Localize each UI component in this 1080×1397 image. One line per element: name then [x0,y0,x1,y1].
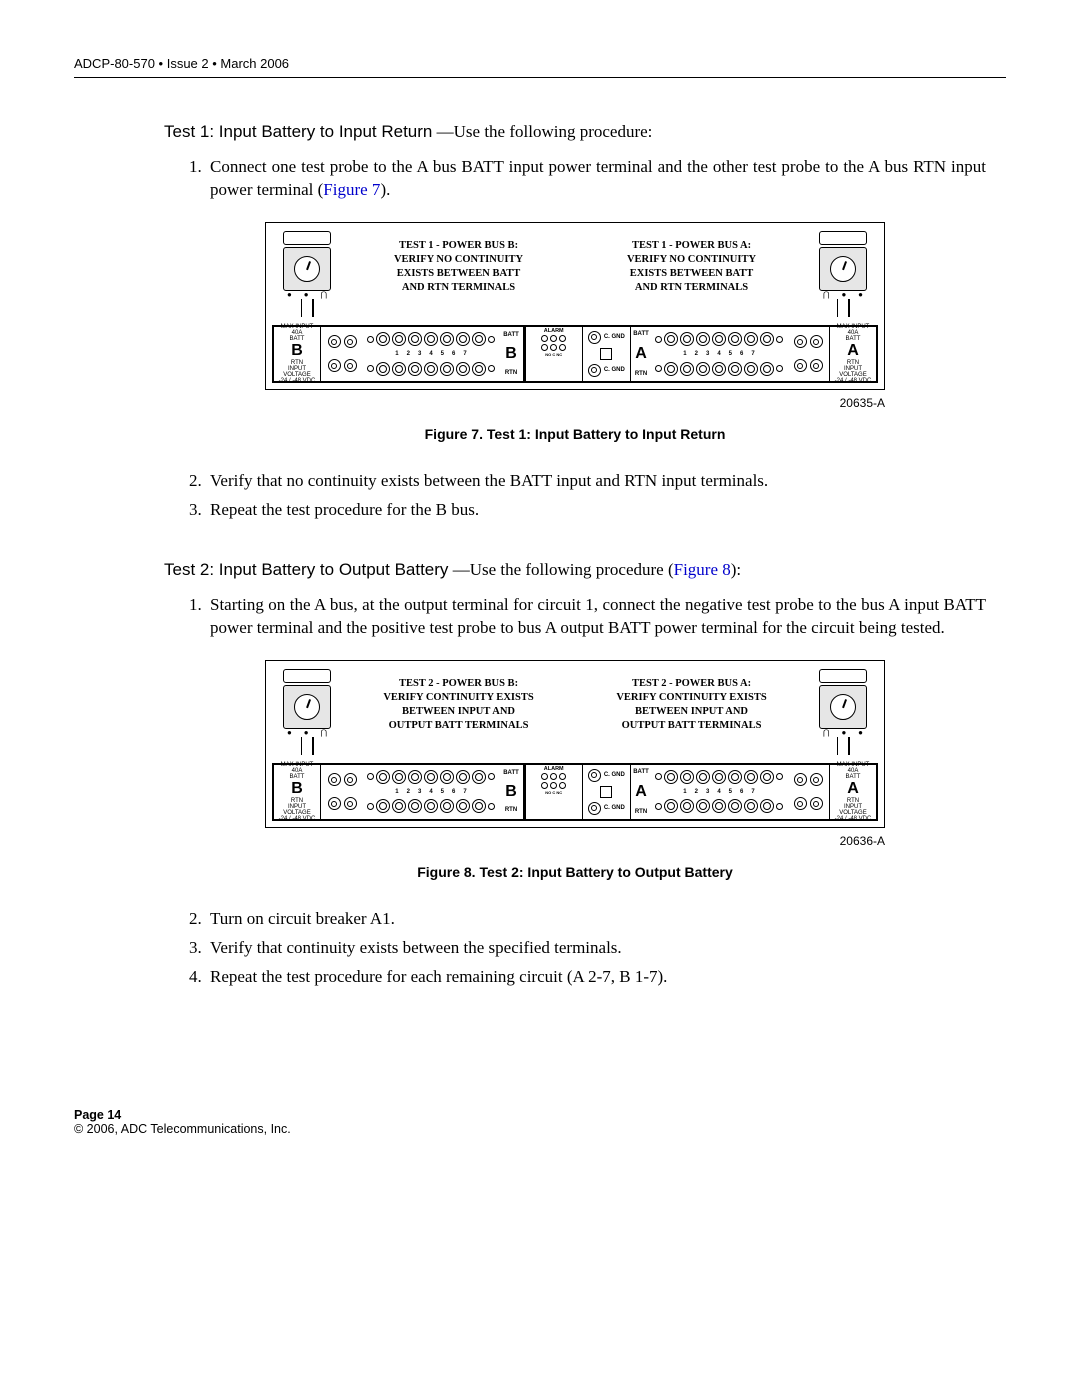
fig8-label-a: TEST 2 - POWER BUS A: VERIFY CONTINUITY … [597,677,787,734]
endcap-b-left: MAX INPUT 40A BATT B RTN INPUT VOLTAGE -… [274,327,321,381]
fig7-panel: MAX INPUT 40A BATT B RTN INPUT VOLTAGE -… [272,325,878,383]
alarm-block: ALARM NO C NC [525,327,583,381]
b-output-area: 1234567 [363,327,499,381]
fig8-id: 20636-A [265,834,885,848]
page-footer: Page 14 © 2006, ADC Telecommunications, … [74,1108,1006,1136]
test2-step4: Repeat the test procedure for each remai… [206,966,986,989]
page-number: Page 14 [74,1108,1006,1122]
doc-header: ADCP-80-570 • Issue 2 • March 2006 [74,56,1006,71]
figure7-link[interactable]: Figure 7 [323,180,380,199]
test2-heading: Test 2: Input Battery to Output Battery … [164,560,986,580]
fig8-label-b: TEST 2 - POWER BUS B: VERIFY CONTINUITY … [364,677,554,734]
figure8-link[interactable]: Figure 8 [674,560,731,579]
copyright: © 2006, ADC Telecommunications, Inc. [74,1122,1006,1136]
test2-steps: Starting on the A bus, at the output ter… [164,594,986,640]
test1-title: Test 1: Input Battery to Input Return [164,122,432,141]
test1-heading: Test 1: Input Battery to Input Return —U… [164,122,986,142]
gnd-block: C. GND C. GND [583,327,631,381]
fig7-meter-right: ⋂●● [808,231,878,317]
header-rule [74,77,1006,78]
test2-step2: Turn on circuit breaker A1. [206,908,986,931]
fig8-caption: Figure 8. Test 2: Input Battery to Outpu… [164,864,986,880]
test2-steps-cont: Turn on circuit breaker A1. Verify that … [164,908,986,989]
test1-step3: Repeat the test procedure for the B bus. [206,499,986,522]
test1-step2: Verify that no continuity exists between… [206,470,986,493]
test1-steps: Connect one test probe to the A bus BATT… [164,156,986,202]
fig8-meter-left: ●●⋂ [272,669,342,755]
fig7-caption: Figure 7. Test 1: Input Battery to Input… [164,426,986,442]
test2-step1: Starting on the A bus, at the output ter… [206,594,986,640]
fig8-meter-right: ⋂●● [808,669,878,755]
test2-step3: Verify that continuity exists between th… [206,937,986,960]
fig7-id: 20635-A [265,396,885,410]
figure8: ●●⋂ TEST 2 - POWER BUS B: VERIFY CONTINU… [164,660,986,880]
figure7: ●●⋂ TEST 1 - POWER BUS B: VERIFY NO CONT… [164,222,986,442]
test1-step1: Connect one test probe to the A bus BATT… [206,156,986,202]
a-input-terminals [787,327,829,381]
fig8-panel: MAX INPUT 40A BATT B RTN INPUT VOLTAGE -… [272,763,878,821]
b-input-terminals [321,327,363,381]
fig7-label-b: TEST 1 - POWER BUS B: VERIFY NO CONTINUI… [364,239,554,296]
test1-steps-cont: Verify that no continuity exists between… [164,470,986,522]
fig7-label-a: TEST 1 - POWER BUS A: VERIFY NO CONTINUI… [597,239,787,296]
endcap-a-right: MAX INPUT 40A BATT A RTN INPUT VOLTAGE -… [829,327,876,381]
a-output-area: 1234567 [651,327,787,381]
fig7-meter-left: ●●⋂ [272,231,342,317]
test2-title: Test 2: Input Battery to Output Battery [164,560,448,579]
